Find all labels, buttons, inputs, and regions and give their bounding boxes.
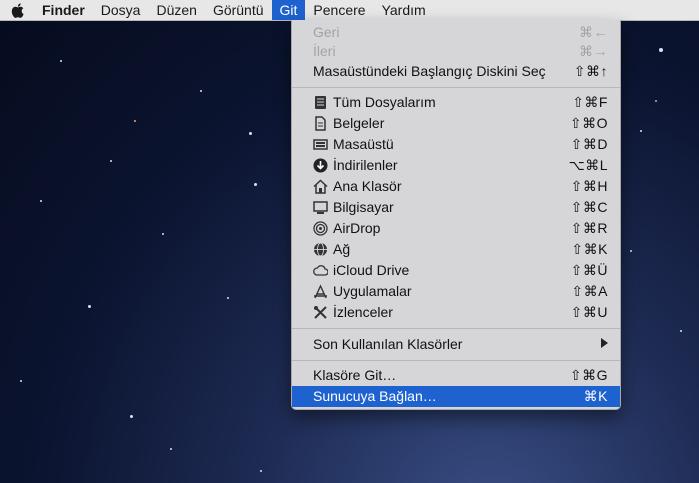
shortcut: ⌥⌘L xyxy=(568,157,608,173)
menu-item-label: Geri xyxy=(313,24,340,40)
menu-item-label: İleri xyxy=(313,43,336,59)
star xyxy=(170,448,172,450)
menu-item-label: Ana Klasör xyxy=(333,178,402,194)
star xyxy=(60,60,62,62)
menu-item-label: Tüm Dosyalarım xyxy=(333,94,436,110)
applications-icon xyxy=(314,284,327,299)
star xyxy=(40,200,42,202)
menu-item-label: Uygulamalar xyxy=(333,283,412,299)
shortcut: ⇧⌘C xyxy=(570,199,608,215)
shortcut: ⌘→ xyxy=(579,43,608,59)
star xyxy=(630,250,632,252)
apple-menu-icon[interactable] xyxy=(0,0,34,20)
menu-item-downloads[interactable]: İndirilenler ⌥⌘L xyxy=(292,155,620,176)
network-icon xyxy=(314,242,327,257)
menu-item-home[interactable]: Ana Klasör ⇧⌘H xyxy=(292,176,620,197)
shortcut: ⌘K xyxy=(583,388,608,404)
star xyxy=(227,297,229,299)
menu-item-label: İzlenceler xyxy=(333,304,393,320)
all-files-icon xyxy=(315,96,326,109)
star xyxy=(110,160,112,162)
star xyxy=(249,132,252,135)
separator xyxy=(292,87,620,88)
menu-item-icloud[interactable]: iCloud Drive ⇧⌘Ü xyxy=(292,260,620,281)
shortcut: ⇧⌘U xyxy=(570,304,608,320)
star xyxy=(130,415,133,418)
star xyxy=(200,90,202,92)
menu-item-label: Belgeler xyxy=(333,115,385,131)
menu-item-label: iCloud Drive xyxy=(333,262,410,278)
star xyxy=(260,470,262,472)
star xyxy=(655,100,657,102)
shortcut: ⇧⌘↑ xyxy=(573,63,608,79)
star xyxy=(254,183,257,186)
help-menu[interactable]: Yardım xyxy=(374,0,434,20)
menu-item-label: Ağ xyxy=(333,241,351,257)
shortcut: ⇧⌘H xyxy=(570,178,608,194)
menu-item-desktop[interactable]: Masaüstü ⇧⌘D xyxy=(292,134,620,155)
menu-item-label: AirDrop xyxy=(333,220,381,236)
utilities-icon xyxy=(314,306,327,319)
go-menu-dropdown: Geri ⌘← İleri ⌘→ Masaüstündeki Başlangıç… xyxy=(291,20,621,410)
star xyxy=(680,330,682,332)
shortcut: ⇧⌘A xyxy=(571,283,608,299)
menu-item-forward[interactable]: İleri ⌘→ xyxy=(292,41,620,62)
menu-item-startup-disk[interactable]: Masaüstündeki Başlangıç Diskini Seç ⇧⌘↑ xyxy=(292,61,620,82)
home-icon xyxy=(313,179,328,194)
menu-item-back[interactable]: Geri ⌘← xyxy=(292,22,620,43)
view-menu[interactable]: Görüntü xyxy=(205,0,272,20)
menu-item-label: İndirilenler xyxy=(333,157,398,173)
go-menu[interactable]: Git xyxy=(271,0,306,20)
menu-item-label: Klasöre Git… xyxy=(313,367,397,383)
icloud-icon xyxy=(313,265,328,276)
menu-item-network[interactable]: Ağ ⇧⌘K xyxy=(292,239,620,260)
menu-item-all-files[interactable]: Tüm Dosyalarım ⇧⌘F xyxy=(292,92,620,113)
shortcut: ⇧⌘F xyxy=(572,94,608,110)
menu-item-airdrop[interactable]: AirDrop ⇧⌘R xyxy=(292,218,620,239)
menu-bar: Finder Dosya Düzen Görüntü Git Pencere Y… xyxy=(0,0,699,21)
submenu-arrow-icon xyxy=(601,338,608,348)
menu-item-connect-server[interactable]: Sunucuya Bağlan… ⌘K xyxy=(292,386,620,407)
star xyxy=(640,130,642,132)
menu-item-documents[interactable]: Belgeler ⇧⌘O xyxy=(292,113,620,134)
edit-menu[interactable]: Düzen xyxy=(148,0,204,20)
menu-item-label: Son Kullanılan Klasörler xyxy=(313,336,463,352)
shortcut: ⇧⌘K xyxy=(571,241,608,257)
airdrop-icon xyxy=(313,221,328,236)
menu-item-recent-folders[interactable]: Son Kullanılan Klasörler xyxy=(292,334,620,355)
star xyxy=(134,120,136,122)
star xyxy=(88,305,91,308)
shortcut: ⇧⌘D xyxy=(570,136,608,152)
menu-item-label: Bilgisayar xyxy=(333,199,394,215)
downloads-icon xyxy=(313,158,328,173)
desktop-icon xyxy=(313,139,328,150)
finder-menu[interactable]: Finder xyxy=(34,0,93,20)
menu-item-computer[interactable]: Bilgisayar ⇧⌘C xyxy=(292,197,620,218)
separator xyxy=(292,360,620,361)
shortcut: ⌘← xyxy=(579,24,608,40)
shortcut: ⇧⌘R xyxy=(570,220,608,236)
menu-item-applications[interactable]: Uygulamalar ⇧⌘A xyxy=(292,281,620,302)
star xyxy=(659,48,663,52)
menu-item-label: Masaüstündeki Başlangıç Diskini Seç xyxy=(313,63,546,79)
shortcut: ⇧⌘Ü xyxy=(570,262,608,278)
window-menu[interactable]: Pencere xyxy=(305,0,373,20)
separator xyxy=(292,328,620,329)
menu-item-go-to-folder[interactable]: Klasöre Git… ⇧⌘G xyxy=(292,365,620,386)
star xyxy=(20,380,22,382)
shortcut: ⇧⌘O xyxy=(569,115,608,131)
menu-item-utilities[interactable]: İzlenceler ⇧⌘U xyxy=(292,302,620,323)
computer-icon xyxy=(313,201,328,214)
documents-icon xyxy=(315,116,326,131)
star xyxy=(162,233,164,235)
menu-item-label: Sunucuya Bağlan… xyxy=(313,388,437,404)
menu-item-label: Masaüstü xyxy=(333,136,394,152)
shortcut: ⇧⌘G xyxy=(569,367,608,383)
file-menu[interactable]: Dosya xyxy=(93,0,149,20)
